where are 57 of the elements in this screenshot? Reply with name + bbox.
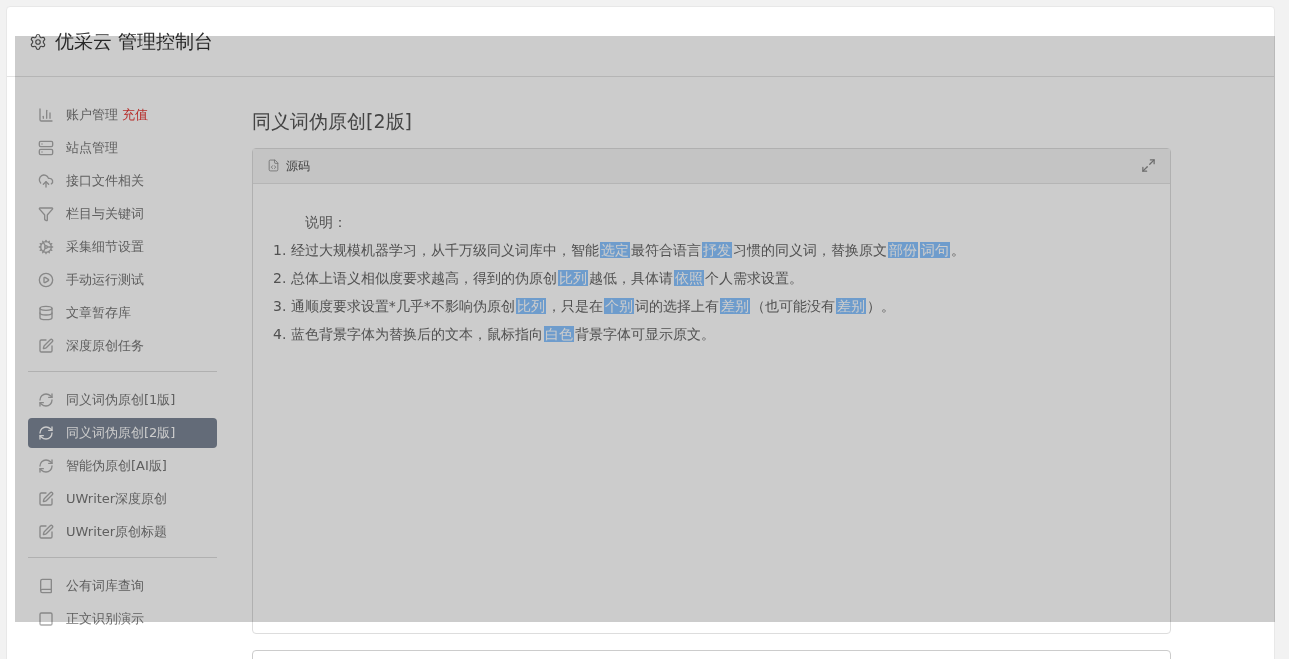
sidebar-item[interactable]: 公有词库查询 (28, 571, 217, 601)
edit-icon (38, 338, 54, 354)
filter-icon (38, 206, 54, 222)
sidebar-item[interactable]: 栏目与关键词 (28, 199, 217, 229)
play-icon (38, 272, 54, 288)
sidebar-item[interactable]: 智能伪原创[AI版] (28, 451, 217, 481)
edit-icon (38, 524, 54, 540)
source-tab[interactable]: 源码 (267, 156, 310, 175)
sidebar-label: 智能伪原创[AI版] (66, 457, 167, 476)
sidebar-label: 采集细节设置 (66, 238, 144, 257)
sidebar-label: 接口文件相关 (66, 172, 144, 191)
sidebar-label: 深度原创任务 (66, 337, 144, 356)
book-icon (38, 578, 54, 594)
note-line: 4. 蓝色背景字体为替换后的文本，鼠标指向 白色背景字体可显示原文。 (273, 324, 716, 344)
sidebar-item[interactable]: UWriter原创标题 (28, 517, 217, 547)
page-title: 同义词伪原创[2版] (252, 109, 413, 134)
sidebar-item[interactable]: 文章暂存库 (28, 298, 217, 328)
edit-icon (38, 491, 54, 507)
note-heading: 说明： (304, 212, 348, 232)
sidebar-label: UWriter深度原创 (66, 490, 168, 509)
refresh-icon (38, 425, 54, 441)
sidebar-item[interactable]: 正文识别演示 (28, 604, 217, 634)
cloud-upload-icon (38, 173, 54, 189)
recharge-link[interactable]: 充值 (122, 105, 148, 125)
sidebar-label: 站点管理 (66, 139, 118, 158)
fullscreen-icon[interactable] (1141, 158, 1156, 173)
sidebar-item[interactable]: 账户管理 充值 (28, 100, 217, 130)
refresh-icon (38, 458, 54, 474)
sidebar-item[interactable]: 同义词伪原创[2版] (28, 418, 217, 448)
note-line: 3. 通顺度要求设置*几乎*不影响伪原创 比列，只是在个别 词的选择上有差别（也可能没有差别）。 (273, 296, 896, 316)
console-title: 优采云 管理控制台 (55, 29, 214, 55)
code-file-icon (267, 159, 280, 172)
sidebar-item[interactable]: 手动运行测试 (28, 265, 217, 295)
gears-icon (38, 239, 54, 255)
sidebar-label: 手动运行测试 (66, 271, 144, 290)
sidebar-item[interactable]: 站点管理 (28, 133, 217, 163)
sidebar-label: 账户管理 (66, 106, 118, 125)
sidebar-item[interactable]: 深度原创任务 (28, 331, 217, 361)
sidebar-label: 正文识别演示 (66, 610, 144, 629)
note-line: 2. 总体上语义相似度要求越高，得到的伪原创 比列 越低，具体请依照 个人需求设置。 (273, 268, 804, 288)
server-icon (38, 140, 54, 156)
bar-chart-icon (38, 107, 54, 123)
sidebar-label: 同义词伪原创[1版] (66, 391, 176, 410)
sidebar-item[interactable]: 接口文件相关 (28, 166, 217, 196)
sidebar-item[interactable]: 采集细节设置 (28, 232, 217, 262)
database-icon (38, 305, 54, 321)
square-icon (38, 611, 54, 627)
note-line: 1. 经过大规模机器学习，从千万级同义词库中，智能选定 最符合语言抒发 习惯的同义词，替换原文 部份 词句。 (273, 240, 966, 260)
sidebar-label: 公有词库查询 (66, 577, 144, 596)
settings-icon (29, 32, 47, 51)
sidebar-label: 栏目与关键词 (66, 205, 144, 224)
refresh-icon (38, 392, 54, 408)
sidebar-item[interactable]: UWriter深度原创 (28, 484, 217, 514)
sidebar-item[interactable]: 同义词伪原创[1版] (28, 385, 217, 415)
sidebar-label: 同义词伪原创[2版] (66, 424, 176, 443)
sidebar-label: UWriter原创标题 (66, 523, 168, 542)
sidebar-label: 文章暂存库 (66, 304, 131, 323)
